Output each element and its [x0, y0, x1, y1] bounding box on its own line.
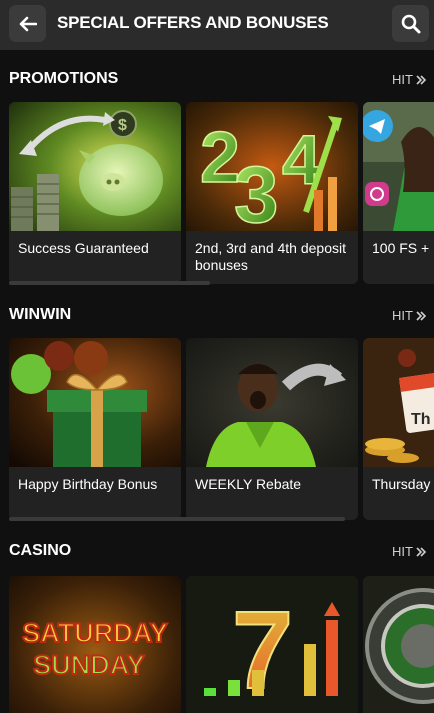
thursday-deposit-image: Th — [363, 338, 434, 467]
hit-link[interactable]: HIT — [392, 308, 426, 323]
arrow-left-icon — [19, 16, 37, 31]
section-winwin: WINWIN HIT Happy Birthday Bonus WEEKLY R… — [0, 306, 434, 526]
promo-card[interactable]: Happy Birthday Bonus — [9, 338, 181, 520]
svg-text:$: $ — [118, 117, 127, 134]
double-chevron-right-icon — [416, 74, 426, 85]
casino-card[interactable] — [363, 576, 434, 713]
hit-link-label: HIT — [392, 72, 413, 87]
lucky-seven-image: 7 — [186, 576, 358, 713]
winwin-card-rail[interactable]: Happy Birthday Bonus WEEKLY Rebate Th Th… — [9, 338, 434, 520]
hit-link[interactable]: HIT — [392, 544, 426, 559]
promo-card[interactable]: Th Thursday your depo — [363, 338, 434, 520]
card-label: Happy Birthday Bonus — [18, 476, 158, 492]
hit-link[interactable]: HIT — [392, 72, 426, 87]
back-button[interactable] — [9, 5, 46, 42]
hit-link-label: HIT — [392, 308, 413, 323]
promo-card-rail[interactable]: $ Success Guaranteed 2 3 4 2nd, 3rd and … — [9, 102, 434, 284]
art-text-saturday: SATURDAY — [22, 618, 168, 648]
promotions-scrollbar[interactable] — [9, 281, 210, 285]
section-title: WINWIN — [9, 306, 72, 323]
promo-card[interactable]: $ Success Guaranteed — [9, 102, 181, 284]
casino-card-rail[interactable]: SATURDAY SUNDAY 7 — [9, 576, 434, 713]
card-label: WEEKLY Rebate — [195, 476, 302, 492]
roulette-image — [363, 576, 434, 713]
svg-text:3: 3 — [234, 150, 279, 231]
top-bar: SPECIAL OFFERS AND BONUSES — [0, 0, 434, 50]
promo-card[interactable]: 100 FS + bets for s — [363, 102, 434, 284]
hit-link-label: HIT — [392, 544, 413, 559]
piggy-bank-image: $ — [9, 102, 181, 231]
search-icon — [401, 14, 420, 33]
weekend-promo-image: SATURDAY SUNDAY — [9, 576, 181, 713]
promo-card[interactable]: WEEKLY Rebate — [186, 338, 358, 520]
rebate-player-image — [186, 338, 358, 467]
promo-card[interactable]: 2 3 4 2nd, 3rd and 4th deposit bonuses — [186, 102, 358, 284]
social-bonus-image — [363, 102, 434, 231]
svg-text:Th: Th — [411, 411, 431, 428]
card-label: Success Guaranteed — [18, 240, 149, 256]
birthday-gift-image — [9, 338, 181, 467]
section-title: PROMOTIONS — [9, 70, 119, 87]
deposit-numbers-image: 2 3 4 — [186, 102, 358, 231]
section-title: CASINO — [9, 542, 72, 559]
card-label: Thursday your depo — [372, 476, 434, 492]
art-text-sunday: SUNDAY — [33, 650, 145, 680]
search-button[interactable] — [392, 5, 429, 42]
casino-card[interactable]: 7 — [186, 576, 358, 713]
card-label: 100 FS + bets for s — [372, 240, 434, 256]
card-label: 2nd, 3rd and 4th deposit bonuses — [195, 240, 347, 273]
double-chevron-right-icon — [416, 546, 426, 557]
casino-card[interactable]: SATURDAY SUNDAY — [9, 576, 181, 713]
page-title: SPECIAL OFFERS AND BONUSES — [57, 13, 329, 32]
section-promotions: PROMOTIONS HIT $ Success Guaranteed 2 3 … — [0, 70, 434, 290]
winwin-scrollbar[interactable] — [9, 517, 345, 521]
double-chevron-right-icon — [416, 310, 426, 321]
